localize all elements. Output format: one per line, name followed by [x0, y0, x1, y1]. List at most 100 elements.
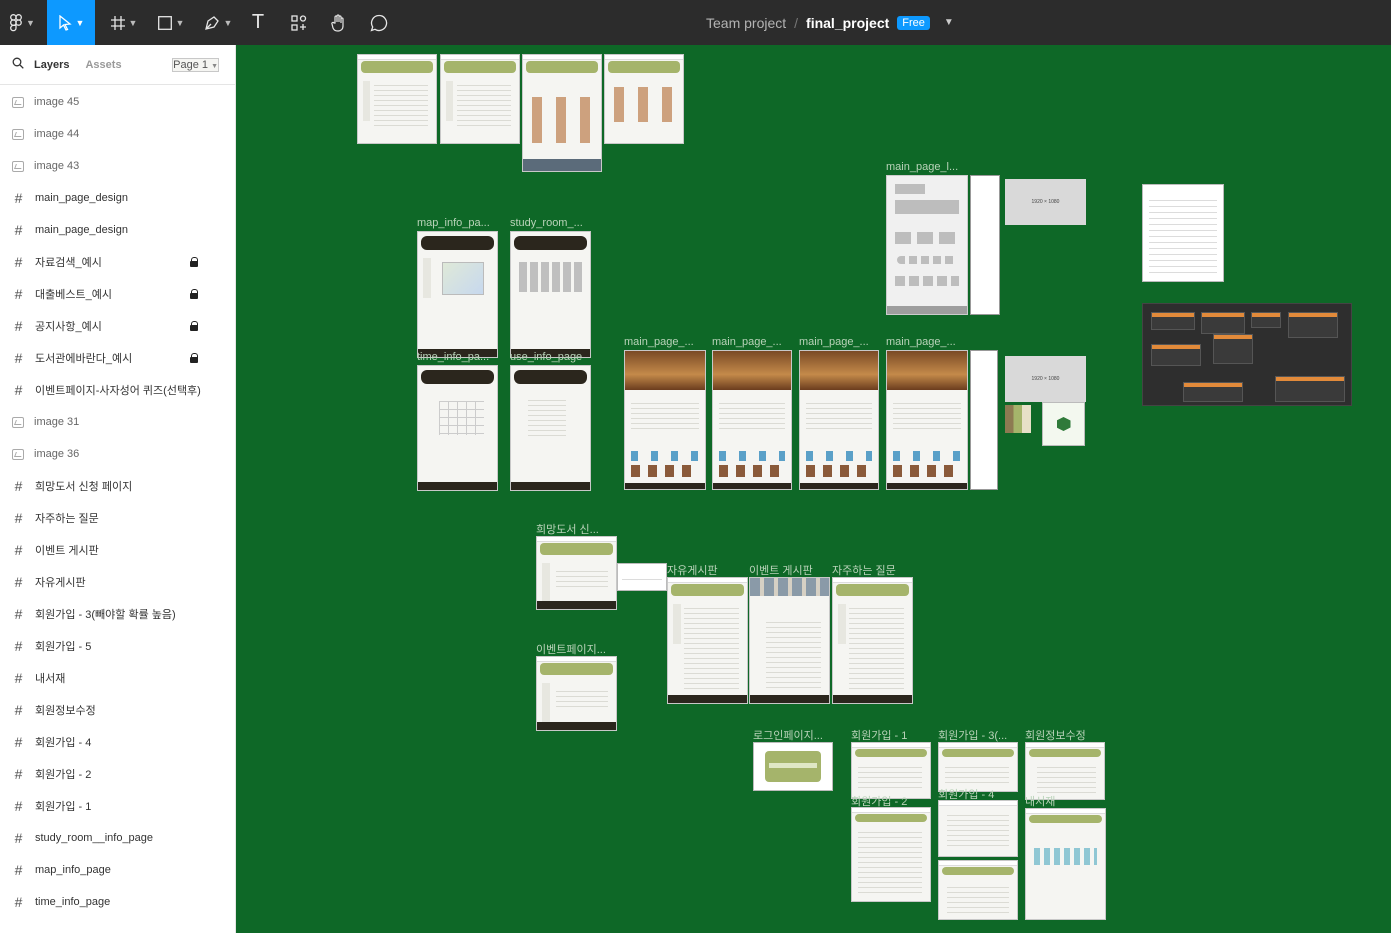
frame-label[interactable]: 회원가입 - 3(... [938, 727, 1018, 743]
frame-label[interactable]: 희망도서 신... [536, 521, 616, 537]
layer-item[interactable]: # 자유게시판 [0, 566, 235, 598]
file-name[interactable]: final_project [806, 15, 889, 31]
reference-sheet[interactable] [1142, 184, 1224, 282]
frame-label[interactable]: 로그인페이지... [753, 727, 833, 743]
layer-item[interactable]: # 도서관에바란다_예시 [0, 342, 235, 374]
frame-tool-button[interactable]: ▼ [104, 0, 144, 45]
hope-book-popup[interactable] [617, 563, 667, 591]
layer-item[interactable]: # 회원가입 - 5 [0, 630, 235, 662]
layer-item[interactable]: # time_info_page [0, 886, 235, 918]
frame-label[interactable]: 이벤트 게시판 [749, 562, 829, 578]
frame-label[interactable]: 이벤트페이지... [536, 641, 616, 657]
layer-item[interactable]: # 회원가입 - 4 [0, 726, 235, 758]
frame-my-library[interactable] [1025, 808, 1106, 920]
team-name[interactable]: Team project [706, 15, 786, 31]
layer-item[interactable]: # 내서재 [0, 662, 235, 694]
frame-label[interactable]: 내서재 [1025, 793, 1105, 809]
chevron-down-icon[interactable]: ▼ [944, 17, 954, 28]
library-logo[interactable] [1042, 402, 1085, 446]
frame-map-info-page[interactable] [417, 231, 498, 358]
layer-item[interactable]: # 자료검색_예시 [0, 246, 235, 278]
layer-item[interactable]: # main_page_design [0, 214, 235, 246]
layer-item[interactable]: image 45 [0, 86, 235, 118]
layer-item[interactable]: # 이벤트페이지-사자성어 퀴즈(선택후) [0, 374, 235, 406]
move-tool-button[interactable]: ▼ [47, 0, 95, 45]
frame-hope-book-request[interactable] [536, 536, 617, 610]
hand-tool-button[interactable] [324, 0, 354, 45]
design-canvas[interactable]: map_info_pa... study_room_... time_info_… [236, 45, 1391, 933]
frame-join-1[interactable] [851, 742, 931, 799]
layer-item[interactable]: # 자주하는 질문 [0, 502, 235, 534]
frame-join-4[interactable] [938, 800, 1018, 857]
frame-member-edit[interactable] [1025, 742, 1105, 800]
frame-example-search[interactable] [357, 54, 437, 144]
placeholder-box[interactable]: 1920 × 1080 [1005, 179, 1086, 225]
frame-time-info-page[interactable] [417, 365, 498, 491]
layer-item[interactable]: # 회원가입 - 1 [0, 790, 235, 822]
layer-item[interactable]: # 회원가입 - 2 [0, 758, 235, 790]
frame-label[interactable]: main_page_... [799, 336, 879, 348]
plan-badge[interactable]: Free [897, 15, 930, 30]
frame-main-page-4[interactable] [886, 350, 968, 490]
layer-item[interactable]: # 회원가입 - 3(빼야할 확률 높음) [0, 598, 235, 630]
search-icon[interactable] [12, 57, 24, 72]
frame-join-2[interactable] [851, 807, 931, 902]
layer-item[interactable]: # study_room__info_page [0, 822, 235, 854]
frame-event-board[interactable] [749, 577, 830, 704]
text-tool-button[interactable]: T [244, 0, 272, 45]
layer-item[interactable]: # 회원정보수정 [0, 694, 235, 726]
frame-label[interactable]: study_room_... [510, 217, 590, 229]
frame-label[interactable]: 자주하는 질문 [832, 562, 912, 578]
frame-label[interactable]: main_page_... [624, 336, 704, 348]
layer-item[interactable]: image 36 [0, 438, 235, 470]
frame-faq[interactable] [832, 577, 913, 704]
frame-label[interactable]: use_info_page [510, 351, 590, 363]
layer-item[interactable]: # main_page_design [0, 182, 235, 214]
frame-main-page-wireframe[interactable] [886, 175, 968, 315]
layer-item[interactable]: image 43 [0, 150, 235, 182]
resources-button[interactable] [284, 0, 314, 45]
frame-event-page-quiz[interactable] [536, 656, 617, 731]
frame-label[interactable]: 자유게시판 [667, 562, 747, 578]
frame-join-3[interactable] [938, 742, 1018, 792]
page-selector[interactable]: Page 1 ▼ [172, 57, 219, 72]
layer-item[interactable]: # map_info_page [0, 854, 235, 886]
lock-icon[interactable] [190, 257, 198, 267]
frame-example-best[interactable] [440, 54, 520, 144]
frame-free-board[interactable] [667, 577, 748, 704]
frame-main-page-2[interactable] [712, 350, 792, 490]
frame-main-page-3[interactable] [799, 350, 879, 490]
frame-label[interactable]: main_page_... [712, 336, 792, 348]
lock-icon[interactable] [190, 321, 198, 331]
layer-item[interactable]: image 31 [0, 406, 235, 438]
figma-menu-button[interactable]: ▼ [0, 0, 45, 45]
frame-main-page-1[interactable] [624, 350, 706, 490]
layer-item[interactable]: image 44 [0, 118, 235, 150]
layer-item[interactable]: # 희망도서 신청 페이지 [0, 470, 235, 502]
pen-tool-button[interactable]: ▼ [198, 0, 238, 45]
frame-example-wish[interactable] [604, 54, 684, 144]
tab-layers[interactable]: Layers [34, 59, 69, 71]
layer-item[interactable]: # 공지사항_예시 [0, 310, 235, 342]
frame-label[interactable]: time_info_pa... [417, 351, 497, 363]
comment-tool-button[interactable] [364, 0, 394, 45]
frame-label[interactable]: main_page_l... [886, 161, 966, 173]
color-palette[interactable] [1005, 405, 1031, 433]
placeholder-box[interactable]: 1920 × 1080 [1005, 356, 1086, 402]
layer-item[interactable]: # 대출베스트_예시 [0, 278, 235, 310]
annotation-notes[interactable] [970, 350, 998, 490]
annotation-notes[interactable] [970, 175, 1000, 315]
lock-icon[interactable] [190, 353, 198, 363]
database-erd-board[interactable] [1142, 303, 1352, 406]
lock-icon[interactable] [190, 289, 198, 299]
frame-label[interactable]: map_info_pa... [417, 217, 497, 229]
frame-use-info-page[interactable] [510, 365, 591, 491]
frame-label[interactable]: 회원가입 - 1 [851, 727, 931, 743]
frame-example-notice[interactable] [522, 54, 602, 172]
frame-label[interactable]: 회원정보수정 [1025, 727, 1105, 743]
frame-join-5[interactable] [938, 860, 1018, 920]
shape-tool-button[interactable]: ▼ [150, 0, 192, 45]
frame-login-page[interactable] [753, 742, 833, 791]
tab-assets[interactable]: Assets [85, 59, 121, 71]
frame-label[interactable]: main_page_... [886, 336, 966, 348]
